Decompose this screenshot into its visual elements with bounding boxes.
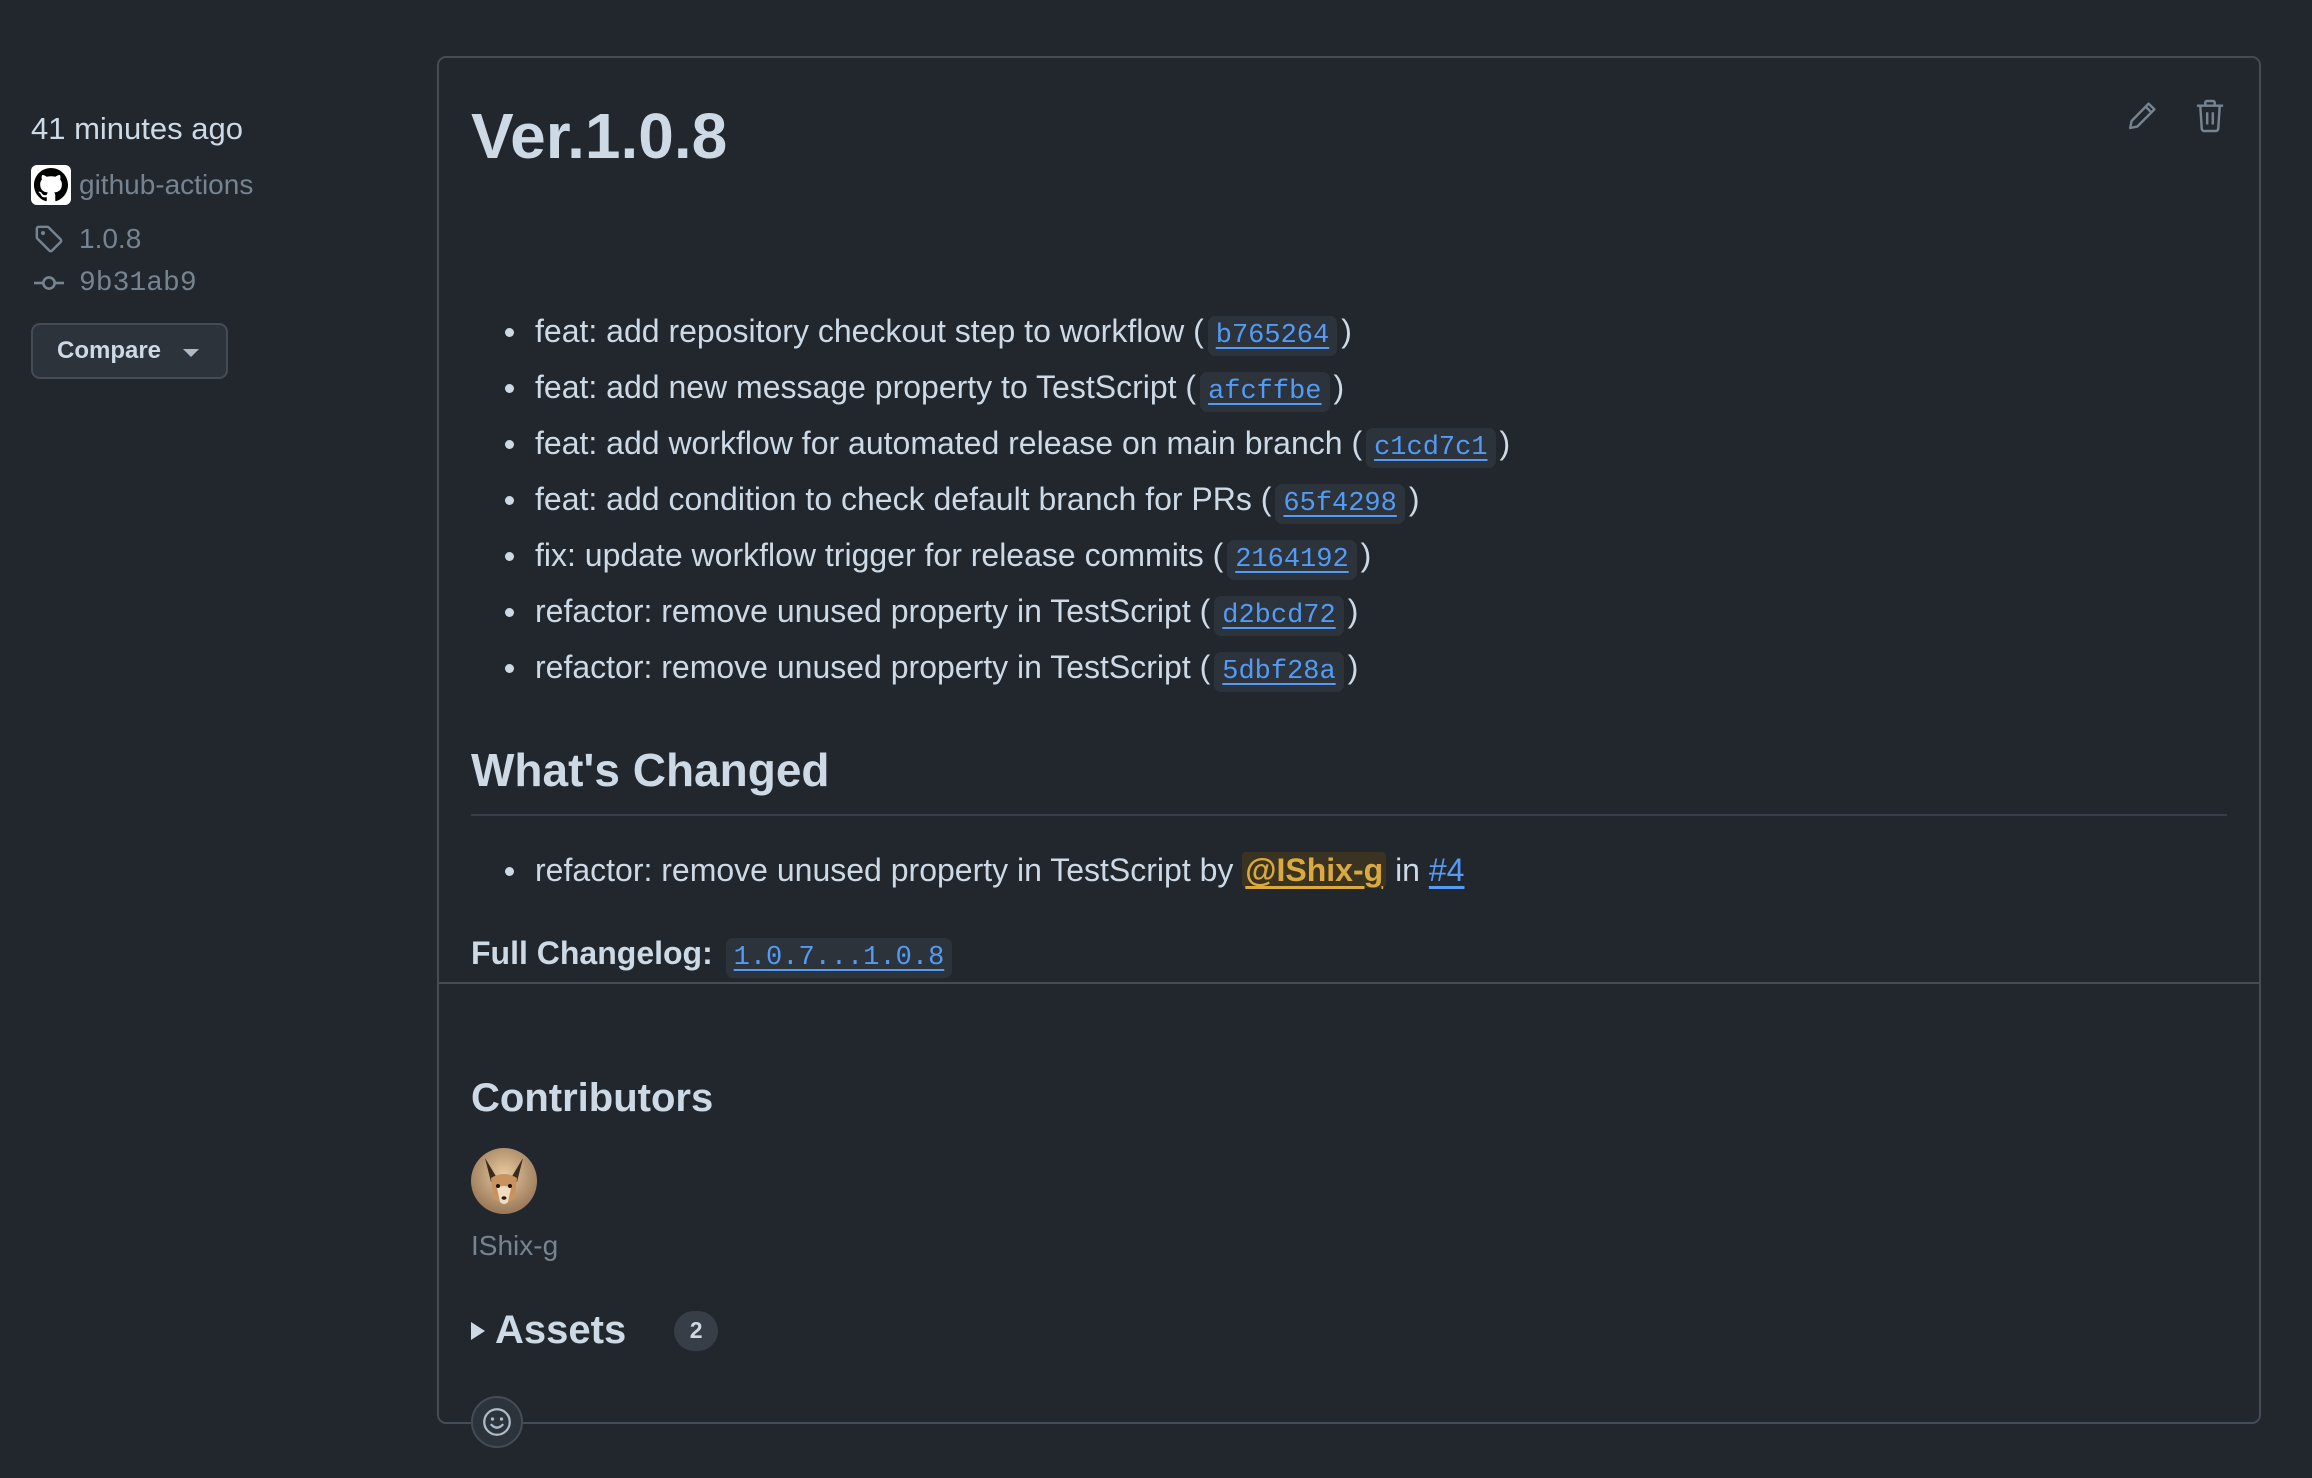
git-commit-icon — [31, 265, 67, 301]
release-author[interactable]: github-actions — [31, 163, 411, 207]
github-actions-avatar[interactable] — [31, 165, 71, 205]
release-card: Ver.1.0.8 feat: add repository checkout … — [437, 56, 2261, 1448]
release-notes-list: feat: add repository checkout step to wo… — [471, 303, 1510, 695]
contributor-avatar[interactable] — [471, 1148, 537, 1214]
author-name[interactable]: github-actions — [79, 169, 253, 201]
card-separator — [439, 982, 2259, 984]
compare-label: Compare — [57, 337, 162, 364]
release-actions — [2125, 96, 2227, 136]
github-logo-icon — [34, 168, 68, 202]
list-item: feat: add repository checkout step to wo… — [504, 303, 1510, 359]
release-time[interactable]: 41 minutes ago — [31, 107, 411, 151]
commit-sha[interactable]: 9b31ab9 — [79, 268, 197, 299]
changelog-compare-link[interactable]: 1.0.7...1.0.8 — [725, 938, 953, 978]
assets-toggle[interactable]: Assets 2 — [471, 1308, 719, 1353]
list-item: fix: update workflow trigger for release… — [504, 527, 1510, 583]
tag-name[interactable]: 1.0.8 — [79, 223, 141, 255]
list-item: feat: add new message property to TestSc… — [504, 359, 1510, 415]
triangle-right-icon — [471, 1321, 485, 1340]
assets-count-badge: 2 — [674, 1310, 719, 1351]
list-item: feat: add workflow for automated release… — [504, 415, 1510, 471]
edit-release-button[interactable] — [2125, 96, 2159, 136]
commit-link[interactable]: b765264 — [1207, 316, 1338, 356]
changelog-label: Full Changelog: — [471, 935, 713, 971]
fox-avatar-icon — [471, 1148, 537, 1214]
whats-changed-heading: What's Changed — [471, 744, 830, 796]
commit-link[interactable]: d2bcd72 — [1214, 596, 1344, 636]
full-changelog: Full Changelog: 1.0.7...1.0.8 — [471, 928, 956, 978]
list-item: refactor: remove unused property in Test… — [504, 842, 1465, 898]
user-mention[interactable]: @IShix-g — [1242, 852, 1387, 888]
compare-button[interactable]: Compare — [31, 323, 228, 379]
commit-link[interactable]: c1cd7c1 — [1366, 428, 1496, 468]
trash-icon — [2196, 99, 2224, 133]
release-tag[interactable]: 1.0.8 — [31, 221, 411, 257]
whats-changed-list: refactor: remove unused property in Test… — [471, 842, 1464, 898]
assets-label: Assets — [495, 1308, 627, 1352]
list-item: refactor: remove unused property in Test… — [504, 639, 1510, 695]
delete-release-button[interactable] — [2193, 96, 2227, 136]
tag-icon — [31, 221, 67, 257]
pencil-icon — [2129, 102, 2156, 130]
list-item: feat: add condition to check default bra… — [504, 471, 1510, 527]
section-divider — [471, 814, 2227, 816]
commit-link[interactable]: 5dbf28a — [1214, 652, 1344, 692]
pull-request-link[interactable]: #4 — [1429, 852, 1465, 888]
contributor-name[interactable]: IShix-g — [471, 1230, 558, 1262]
commit-link[interactable]: 2164192 — [1227, 540, 1357, 580]
commit-link[interactable]: afcffbe — [1200, 372, 1330, 412]
contributors-heading: Contributors — [471, 1076, 714, 1120]
release-commit[interactable]: 9b31ab9 — [31, 265, 411, 301]
release-meta: 41 minutes ago github-actions 1.0.8 9b31… — [31, 100, 411, 379]
add-reaction-button[interactable] — [471, 1396, 523, 1448]
commit-link[interactable]: 65f4298 — [1275, 484, 1405, 524]
smiley-icon — [483, 1408, 511, 1436]
release-title[interactable]: Ver.1.0.8 — [471, 98, 727, 175]
list-item: refactor: remove unused property in Test… — [504, 583, 1510, 639]
chevron-down-icon — [183, 349, 200, 357]
